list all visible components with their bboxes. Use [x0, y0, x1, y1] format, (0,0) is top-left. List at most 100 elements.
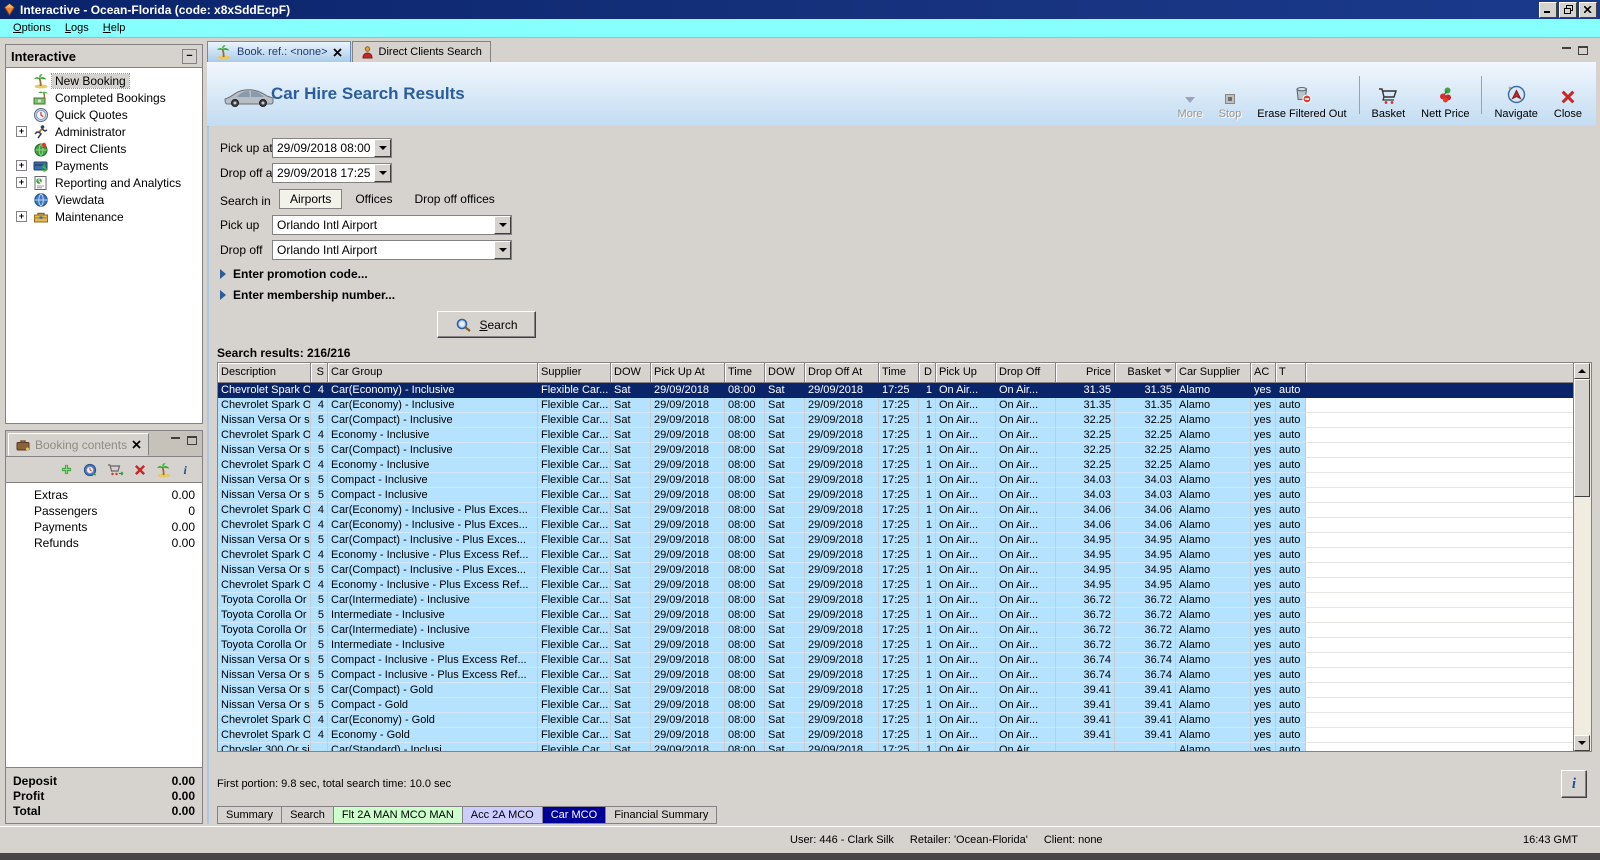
- table-row[interactable]: Toyota Corolla Or si...5Car(Intermediate…: [218, 593, 1574, 608]
- list-item-passengers[interactable]: Passengers 0: [6, 503, 202, 519]
- table-row[interactable]: Chevrolet Spark Or si...4Car(Economy) - …: [218, 503, 1574, 518]
- table-row[interactable]: Nissan Versa Or simil...5Compact - Inclu…: [218, 653, 1574, 668]
- chevron-down-icon[interactable]: [374, 139, 391, 157]
- sidebar-item-new-booking[interactable]: New Booking: [6, 72, 202, 89]
- panel-minimize-icon[interactable]: [171, 436, 181, 444]
- add-icon[interactable]: [60, 463, 73, 476]
- column-header-empty[interactable]: [1306, 363, 1574, 383]
- menu-item-help[interactable]: Help: [96, 21, 133, 35]
- column-header-car_supplier[interactable]: Car Supplier: [1176, 363, 1251, 383]
- navigate-button[interactable]: Navigate: [1486, 68, 1545, 122]
- bottom-tab-search[interactable]: Search: [281, 806, 334, 824]
- sidebar-item-direct-clients[interactable]: Direct Clients: [6, 140, 202, 157]
- column-header-t[interactable]: T: [1276, 363, 1306, 383]
- column-header-price[interactable]: Price: [1056, 363, 1115, 383]
- scroll-down-icon[interactable]: [1574, 735, 1590, 751]
- column-header-s[interactable]: S: [311, 363, 328, 383]
- sidebar-item-viewdata[interactable]: Viewdata: [6, 191, 202, 208]
- table-row[interactable]: Toyota Corolla Or si...5Car(Intermediate…: [218, 623, 1574, 638]
- chevron-down-icon[interactable]: [494, 241, 511, 259]
- table-row[interactable]: Nissan Versa Or simil...5Car(Compact) - …: [218, 533, 1574, 548]
- expand-plus-icon[interactable]: +: [16, 177, 27, 188]
- table-row[interactable]: Nissan Versa Or simil...5Car(Compact) - …: [218, 413, 1574, 428]
- chevron-down-icon[interactable]: [494, 216, 511, 234]
- scrollbar-thumb[interactable]: [1574, 379, 1590, 497]
- promotion-code-expander[interactable]: Enter promotion code...: [220, 267, 368, 281]
- sidebar-item-reporting-and-analytics[interactable]: + Reporting and Analytics: [6, 174, 202, 191]
- table-row[interactable]: Toyota Corolla Or si...5Intermediate - I…: [218, 638, 1574, 653]
- column-header-supplier[interactable]: Supplier: [538, 363, 611, 383]
- column-header-pickup_date[interactable]: Pick Up At: [651, 363, 725, 383]
- table-row[interactable]: Nissan Versa Or simil...5Compact - Inclu…: [218, 488, 1574, 503]
- list-item-extras[interactable]: Extras 0.00: [6, 487, 202, 503]
- table-row[interactable]: Nissan Versa Or simil...5Car(Compact) - …: [218, 563, 1574, 578]
- search-in-option-drop-off-offices[interactable]: Drop off offices: [405, 190, 503, 208]
- column-header-time2[interactable]: Time: [879, 363, 919, 383]
- membership-number-expander[interactable]: Enter membership number...: [220, 288, 395, 302]
- search-in-option-offices[interactable]: Offices: [346, 190, 401, 208]
- sidebar-item-maintenance[interactable]: + Maintenance: [6, 208, 202, 225]
- search-in-option-airports[interactable]: Airports: [279, 189, 343, 209]
- info-button[interactable]: i: [1561, 770, 1587, 798]
- minimize-icon[interactable]: [1539, 1, 1557, 18]
- palm-icon[interactable]: [156, 462, 172, 478]
- tab-book-ref-none[interactable]: Book. ref.: <none>: [207, 41, 351, 62]
- basket-button[interactable]: Basket: [1364, 68, 1414, 122]
- column-header-time1[interactable]: Time: [725, 363, 765, 383]
- column-header-dropoff_date[interactable]: Drop Off At: [805, 363, 879, 383]
- menu-item-options[interactable]: Options: [6, 21, 58, 35]
- collapse-panel-icon[interactable]: −: [182, 48, 197, 64]
- panel-maximize-icon[interactable]: [187, 436, 197, 445]
- column-header-dow2[interactable]: DOW: [765, 363, 805, 383]
- quote-clock-icon[interactable]: [83, 463, 97, 477]
- panel-minimize-icon[interactable]: [1562, 46, 1572, 54]
- column-header-basket[interactable]: Basket: [1115, 363, 1176, 383]
- chevron-down-icon[interactable]: [374, 164, 391, 182]
- cart-go-icon[interactable]: [107, 463, 124, 477]
- sidebar-item-payments[interactable]: + $ Payments: [6, 157, 202, 174]
- info-icon[interactable]: i: [182, 463, 190, 476]
- panel-maximize-icon[interactable]: [1578, 46, 1588, 55]
- list-item-refunds[interactable]: Refunds 0.00: [6, 535, 202, 551]
- bottom-tab-flt-2a-man-mco-man[interactable]: Flt 2A MAN MCO MAN: [332, 806, 463, 824]
- bottom-tab-acc-2a-mco[interactable]: Acc 2A MCO: [461, 806, 543, 824]
- table-row[interactable]: Chevrolet Spark Or ...4Economy - Inclusi…: [218, 458, 1574, 473]
- table-row[interactable]: Nissan Versa Or simil...5Car(Compact) - …: [218, 683, 1574, 698]
- vertical-scrollbar[interactable]: [1573, 363, 1591, 751]
- nett-price-button[interactable]: Nett Price: [1413, 68, 1477, 122]
- booking-contents-tab[interactable]: Booking contents: [8, 433, 150, 456]
- table-row[interactable]: Chevrolet Spark Or si...4Car(Economy) - …: [218, 713, 1574, 728]
- column-header-pickup_loc[interactable]: Pick Up: [936, 363, 996, 383]
- bottom-tab-financial-summary[interactable]: Financial Summary: [605, 806, 718, 824]
- column-header-dropoff_loc[interactable]: Drop Off: [996, 363, 1056, 383]
- restore-icon[interactable]: [1559, 1, 1577, 18]
- erase-filtered-out-button[interactable]: Erase Filtered Out: [1249, 68, 1354, 122]
- tab-close-icon[interactable]: [332, 47, 342, 57]
- column-header-d[interactable]: D: [919, 363, 936, 383]
- expand-plus-icon[interactable]: +: [16, 160, 27, 171]
- table-row[interactable]: Chevrolet Spark Or si...4Car(Economy) - …: [218, 398, 1574, 413]
- table-row[interactable]: Nissan Versa Or simil...5Compact - GoldF…: [218, 698, 1574, 713]
- dropoff-at-combo[interactable]: 29/09/2018 17:25: [272, 163, 392, 183]
- expand-plus-icon[interactable]: +: [16, 211, 27, 222]
- sidebar-item-completed-bookings[interactable]: Completed Bookings: [6, 89, 202, 106]
- close-icon[interactable]: [1579, 1, 1597, 18]
- scroll-up-icon[interactable]: [1574, 363, 1590, 379]
- table-row[interactable]: Toyota Corolla Or si...5Intermediate - I…: [218, 608, 1574, 623]
- table-row[interactable]: Chevrolet Spark Or ...4Economy - Inclusi…: [218, 548, 1574, 563]
- column-header-description[interactable]: Description: [218, 363, 311, 383]
- expand-plus-icon[interactable]: +: [16, 126, 27, 137]
- column-header-car_group[interactable]: Car Group: [328, 363, 538, 383]
- column-header-dow1[interactable]: DOW: [611, 363, 651, 383]
- table-row[interactable]: Chevrolet Spark Or ...4Economy - Inclusi…: [218, 428, 1574, 443]
- dropoff-combo[interactable]: Orlando Intl Airport: [272, 240, 512, 260]
- bottom-tab-summary[interactable]: Summary: [217, 806, 283, 824]
- table-row[interactable]: Chevrolet Spark Or ...4Economy - GoldFle…: [218, 728, 1574, 743]
- column-header-ac[interactable]: AC: [1251, 363, 1276, 383]
- table-row[interactable]: Chevrolet Spark Or si...4Car(Economy) - …: [218, 383, 1574, 398]
- table-row[interactable]: Nissan Versa Or simil...5Compact - Inclu…: [218, 668, 1574, 683]
- table-row[interactable]: Nissan Versa Or simil...5Car(Compact) - …: [218, 443, 1574, 458]
- table-row[interactable]: Chevrolet Spark Or si...4Car(Economy) - …: [218, 518, 1574, 533]
- sidebar-item-administrator[interactable]: + Administrator: [6, 123, 202, 140]
- table-row[interactable]: Chrysler 300 Or simil... Car(Standard) - …: [218, 743, 1574, 751]
